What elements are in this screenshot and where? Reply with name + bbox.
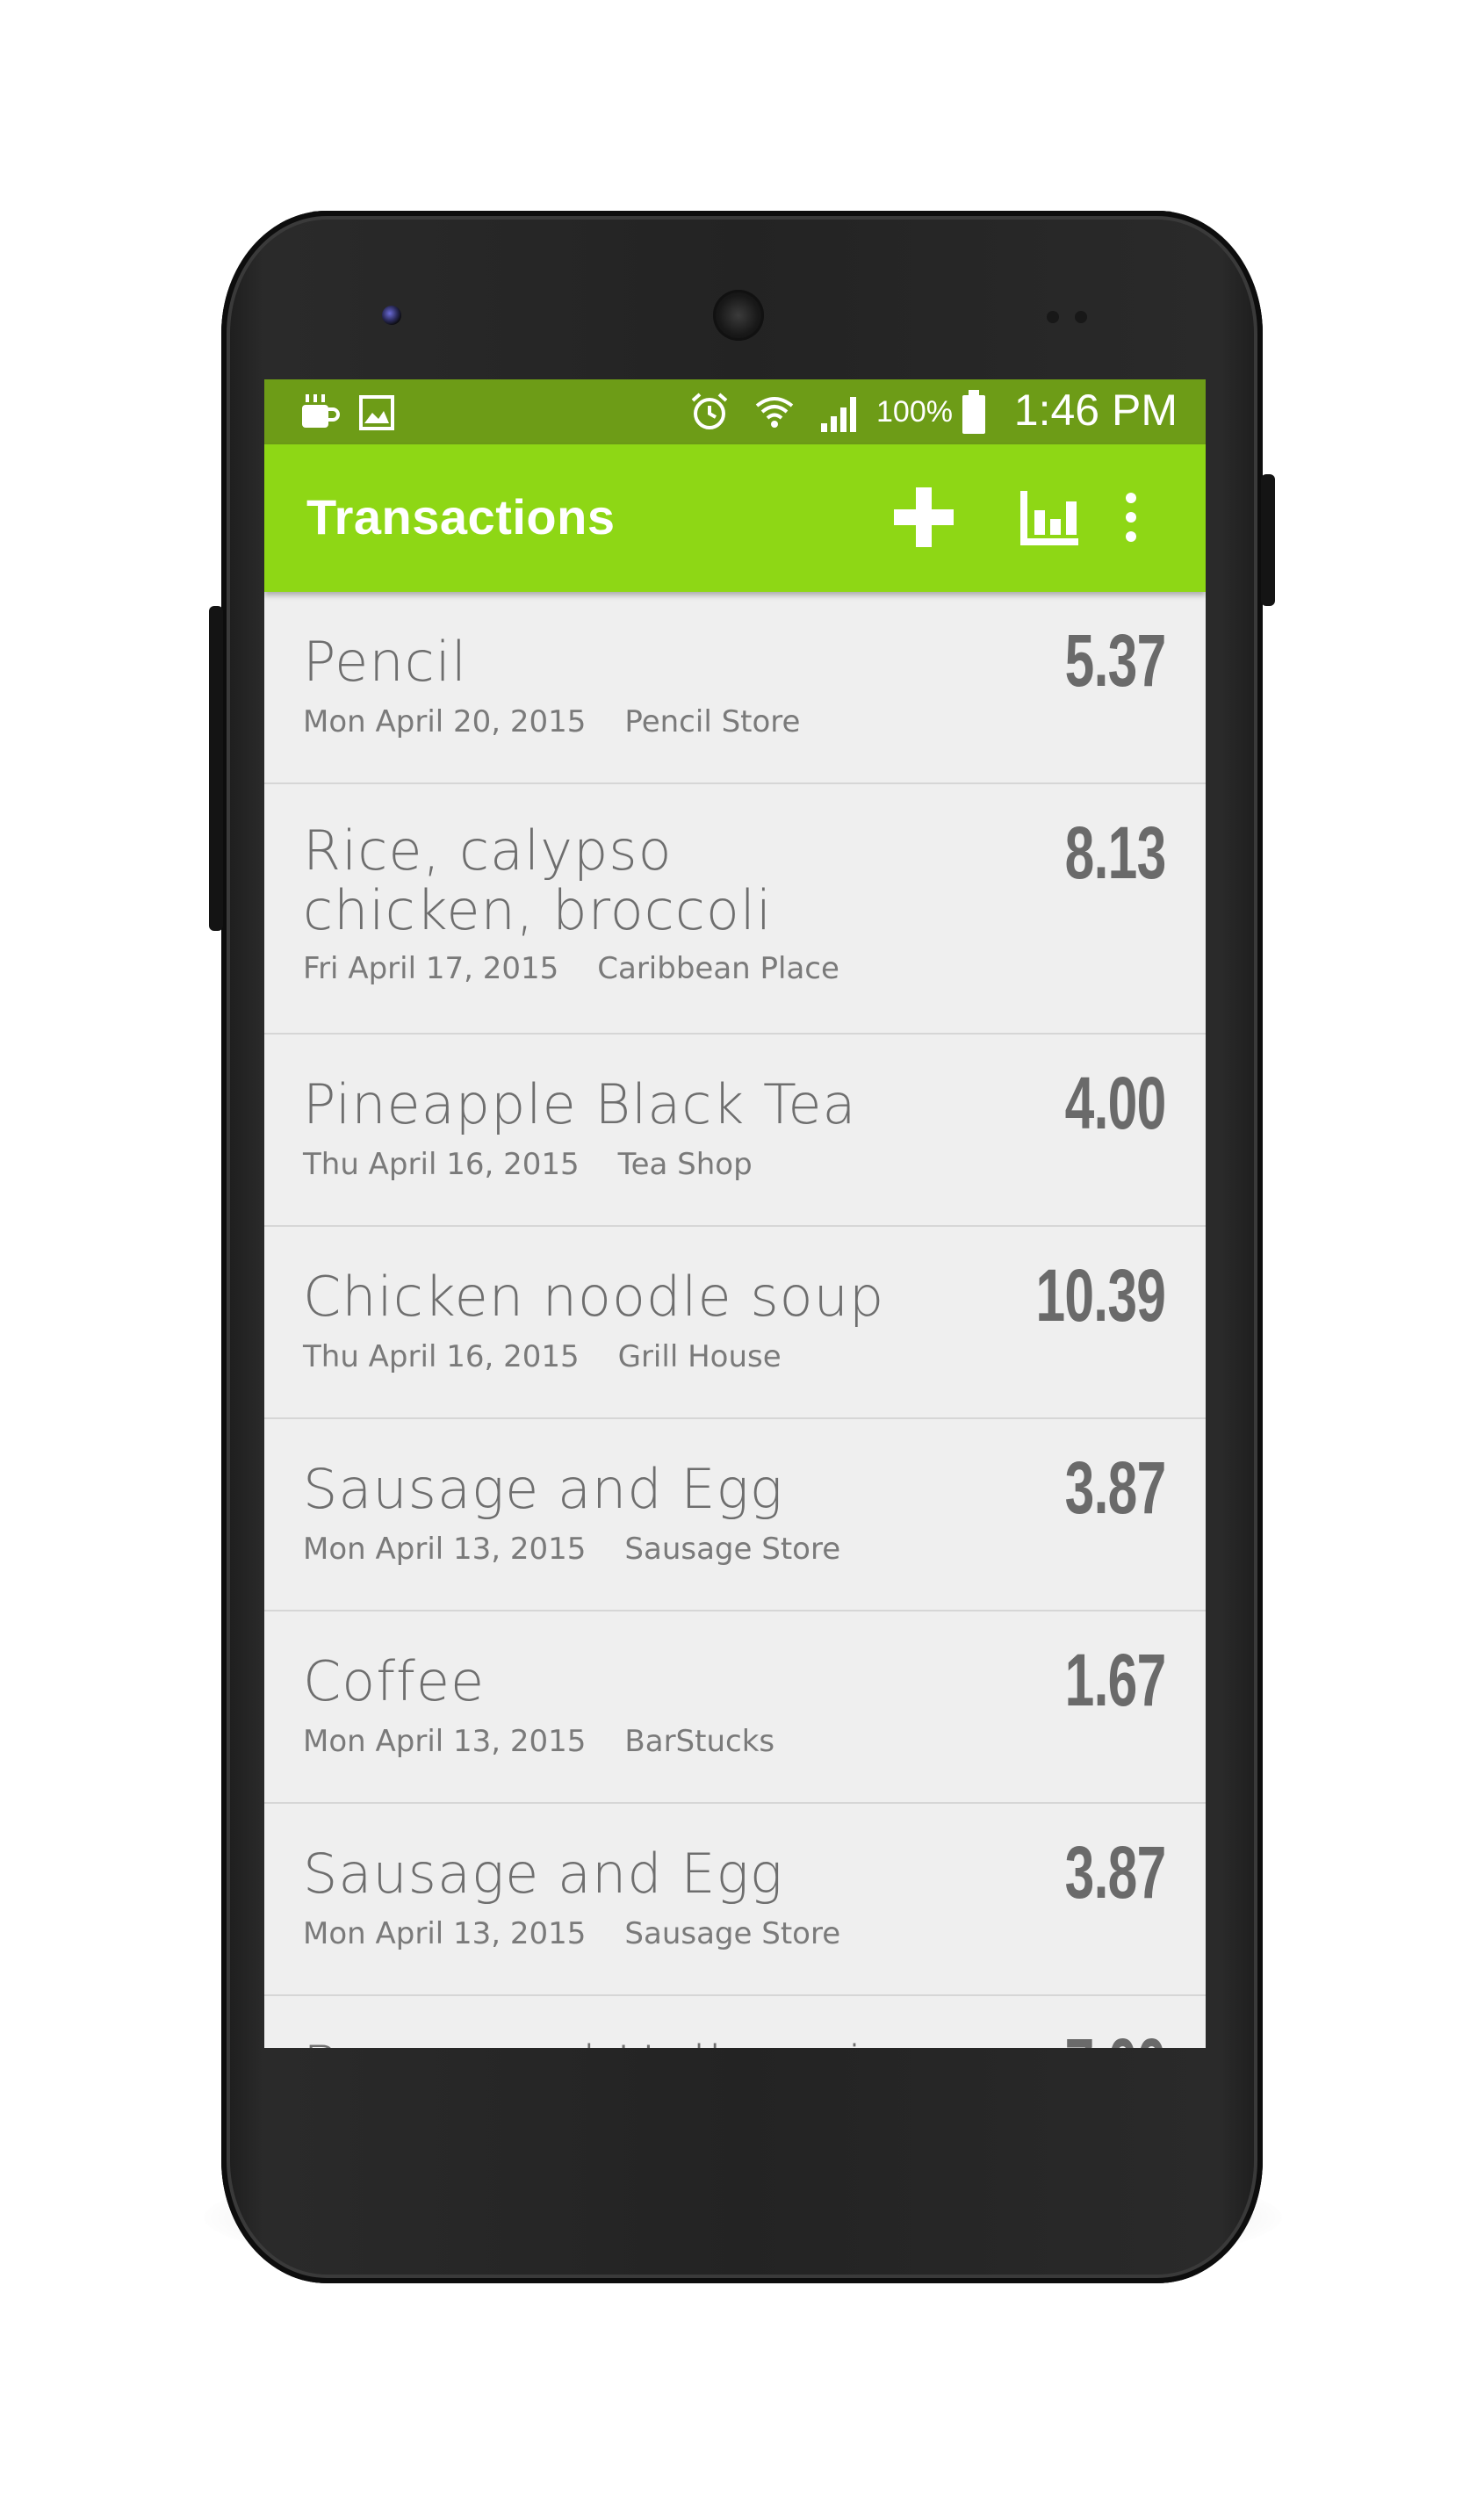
bar-chart-icon <box>1015 484 1082 554</box>
overflow-menu-icon <box>1122 491 1140 547</box>
clock-time: 1:46 PM <box>1013 386 1178 435</box>
transaction-amount: 5.37 <box>1064 619 1166 702</box>
transaction-name: Chicken noodle soup <box>303 1265 885 1329</box>
transaction-row[interactable]: Chicken noodle soup Thu April 16, 2015 Gr… <box>264 1227 1206 1419</box>
transaction-store: Grill House <box>617 1339 782 1374</box>
transaction-amount: 3.87 <box>1064 1446 1166 1529</box>
light-sensor <box>1075 311 1087 323</box>
transaction-list: Pencil Mon April 20, 2015 Pencil Store 5.… <box>264 592 1206 2048</box>
transaction-row[interactable]: Pineapple Black Tea Thu April 16, 2015 Te… <box>264 1035 1206 1227</box>
transaction-date: Thu April 16, 2015 <box>303 1147 580 1182</box>
transaction-store: Tea Shop <box>617 1147 753 1182</box>
proximity-sensor <box>1047 311 1059 323</box>
transaction-row[interactable]: Sausage and Egg Mon April 13, 2015 Sausag… <box>264 1804 1206 1996</box>
battery-percent: 100% <box>876 395 953 429</box>
transaction-row[interactable]: Coffee Mon April 13, 2015 BarStucks 1.67 <box>264 1611 1206 1804</box>
transaction-amount: 8.13 <box>1064 811 1166 894</box>
transaction-name: Rice, calypso chicken, broccoli <box>303 818 773 942</box>
transaction-name: Pineapple Black Tea <box>303 1072 857 1136</box>
transaction-row[interactable]: Rice, calypso chicken, broccoli Fri Apri… <box>264 784 1206 1035</box>
add-icon <box>890 484 957 554</box>
transaction-meta: Fri April 17, 2015 Caribbean Place <box>303 951 839 986</box>
add-transaction-button[interactable] <box>884 479 963 559</box>
power-button <box>1261 474 1275 606</box>
status-bar: 100% 1:46 PM <box>264 379 1206 444</box>
transaction-row[interactable]: Bacon and Halloumi 7.00 <box>264 1996 1206 2048</box>
stats-button[interactable] <box>1009 479 1088 559</box>
transaction-store: Caribbean Place <box>597 951 839 986</box>
signal-icon <box>814 390 863 437</box>
transaction-row[interactable]: Pencil Mon April 20, 2015 Pencil Store 5.… <box>264 592 1206 784</box>
transaction-store: Sausage Store <box>624 1916 841 1951</box>
transaction-name: Sausage and Egg <box>303 1457 783 1521</box>
transaction-meta: Thu April 16, 2015 Tea Shop <box>303 1147 753 1182</box>
transaction-meta: Mon April 13, 2015 Sausage Store <box>303 1916 840 1951</box>
transaction-date: Fri April 17, 2015 <box>303 951 559 986</box>
transaction-meta: Thu April 16, 2015 Grill House <box>303 1339 782 1374</box>
app-bar: Transactions <box>264 444 1206 592</box>
transaction-amount: 4.00 <box>1064 1062 1166 1144</box>
volume-button <box>209 606 223 931</box>
transaction-date: Thu April 16, 2015 <box>303 1339 580 1374</box>
transaction-store: Sausage Store <box>624 1532 841 1567</box>
transaction-name: Pencil <box>303 630 468 694</box>
transaction-meta: Mon April 13, 2015 Sausage Store <box>303 1532 840 1567</box>
front-camera <box>382 306 401 325</box>
transaction-amount: 3.87 <box>1064 1831 1166 1914</box>
transaction-date: Mon April 13, 2015 <box>303 1724 587 1759</box>
transaction-name: Sausage and Egg <box>303 1842 783 1906</box>
transaction-date: Mon April 13, 2015 <box>303 1916 587 1951</box>
transaction-store: Pencil Store <box>624 704 801 739</box>
app-screen: 100% 1:46 PM Transactions Pencil Mon Apr… <box>264 379 1206 2048</box>
page-title: Transactions <box>306 489 616 544</box>
transaction-amount: 7.00 <box>1064 2022 1166 2048</box>
image-icon <box>356 392 398 434</box>
battery-icon <box>958 386 990 437</box>
transaction-name: Bacon and Halloumi <box>303 2037 863 2049</box>
transaction-date: Mon April 20, 2015 <box>303 704 587 739</box>
transaction-meta: Mon April 13, 2015 BarStucks <box>303 1724 774 1759</box>
transaction-amount: 10.39 <box>1035 1254 1165 1337</box>
alarm-clock-icon <box>686 388 733 436</box>
wifi-icon <box>751 388 798 436</box>
transaction-row[interactable]: Sausage and Egg Mon April 13, 2015 Sausag… <box>264 1419 1206 1611</box>
transaction-store: BarStucks <box>624 1724 775 1759</box>
transaction-name: Coffee <box>303 1649 486 1713</box>
transaction-meta: Mon April 20, 2015 Pencil Store <box>303 704 800 739</box>
transaction-amount: 1.67 <box>1064 1639 1166 1721</box>
transaction-date: Mon April 13, 2015 <box>303 1532 587 1567</box>
earpiece-speaker <box>713 290 764 341</box>
overflow-menu-button[interactable] <box>1100 479 1162 559</box>
coffee-cup-icon <box>296 390 342 436</box>
